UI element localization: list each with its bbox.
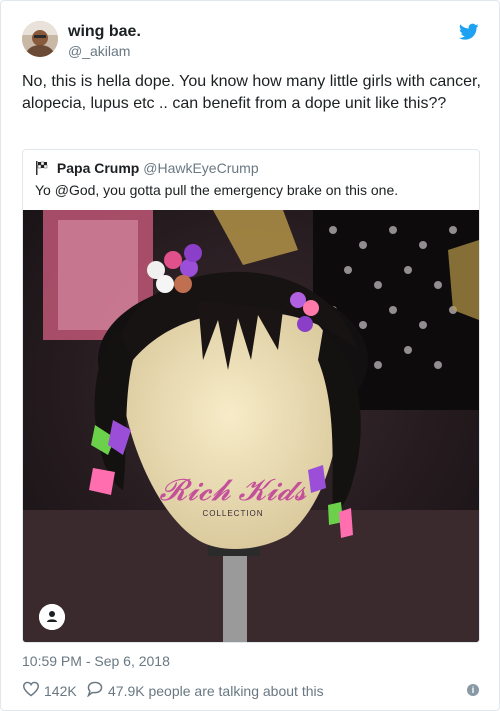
author-names: wing bae. @_akilam: [68, 22, 141, 60]
tweet-header: wing bae. @_akilam: [22, 21, 479, 61]
conversation-text: 47.9K people are talking about this: [108, 682, 324, 699]
info-icon[interactable]: i: [467, 684, 479, 696]
logo-mark: 𝓡𝓲𝓬𝓱 𝓚𝓲𝓭𝓼: [159, 474, 307, 507]
author-handle[interactable]: @_akilam: [68, 42, 141, 60]
like-count: 142K: [44, 682, 77, 699]
tweet-timestamp[interactable]: 10:59 PM - Sep 6, 2018: [22, 653, 170, 669]
heart-icon: [22, 681, 40, 700]
svg-text:COLLECTION: COLLECTION: [202, 509, 263, 518]
checkered-flag-icon: [35, 161, 51, 179]
tweet-text: No, this is hella dope. You know how man…: [22, 73, 481, 112]
twitter-bird-icon[interactable]: [458, 23, 479, 41]
quoted-media-image[interactable]: 𝓡𝓲𝓬𝓱 𝓚𝓲𝓭𝓼 COLLECTION: [23, 210, 479, 642]
quoted-handle[interactable]: @HawkEyeCrump: [143, 160, 258, 176]
tweet-actions: 142K 47.9K people are talking about this…: [22, 681, 479, 701]
embedded-tweet-card: wing bae. @_akilam No, this is hella dop…: [0, 0, 500, 711]
user-icon[interactable]: [39, 604, 65, 630]
quoted-header: Papa Crump @HawkEyeCrump: [35, 159, 259, 179]
author-avatar[interactable]: [22, 21, 58, 57]
speech-bubble-icon: [86, 681, 104, 700]
author-display-name[interactable]: wing bae.: [68, 22, 141, 42]
quoted-tweet[interactable]: Papa Crump @HawkEyeCrump Yo @God, you go…: [22, 149, 480, 643]
like-action[interactable]: 142K: [22, 681, 77, 700]
quoted-display-name[interactable]: Papa Crump: [57, 160, 139, 176]
conversation-action[interactable]: 47.9K people are talking about this: [86, 681, 324, 700]
quoted-text: Yo @God, you gotta pull the emergency br…: [35, 182, 399, 198]
